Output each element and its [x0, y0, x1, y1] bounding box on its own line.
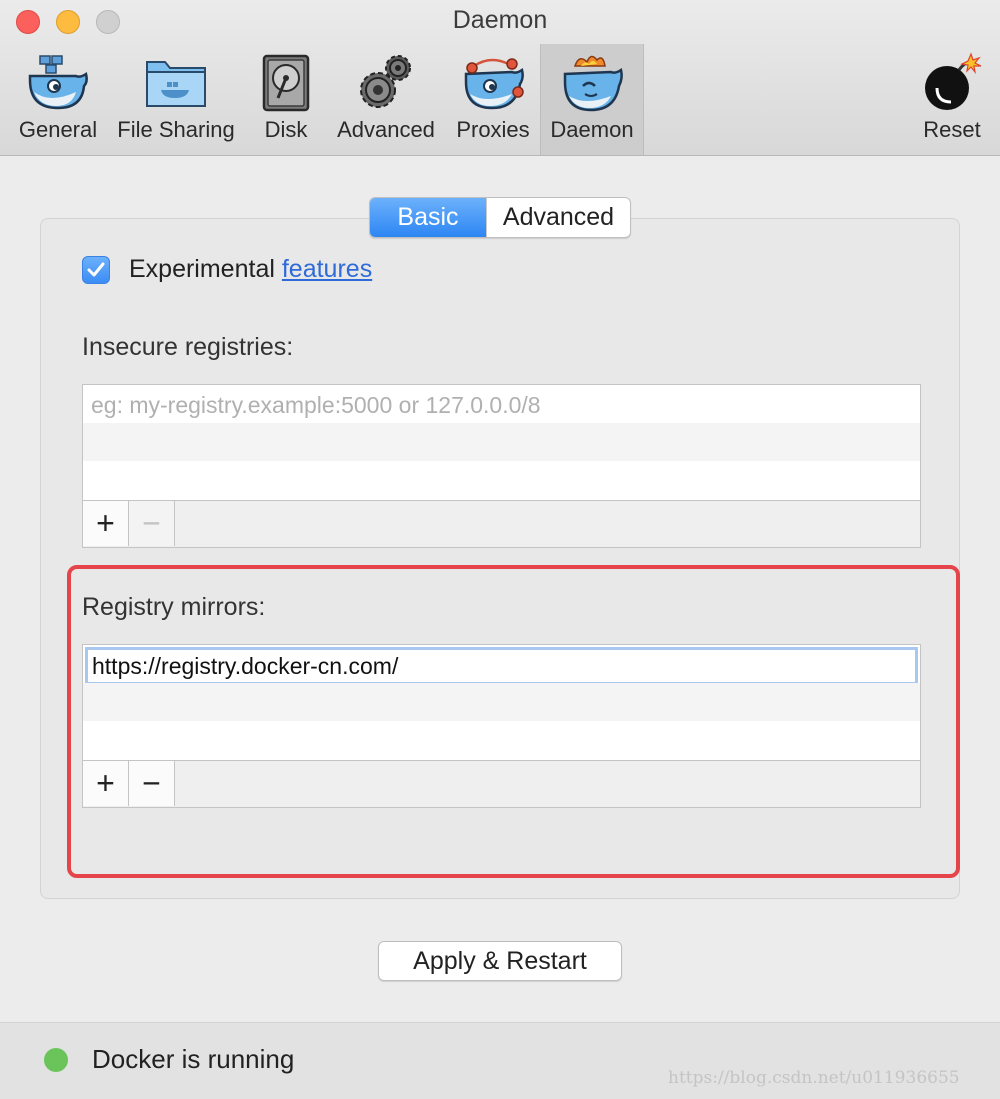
toolbar-item-proxies[interactable]: Proxies: [450, 44, 536, 155]
basic-advanced-segmented-control: Basic Advanced: [369, 197, 631, 238]
insecure-registries-label: Insecure registries:: [82, 333, 294, 361]
registry-mirrors-list: + −: [82, 644, 921, 808]
tab-basic[interactable]: Basic: [370, 198, 486, 237]
insecure-registries-list: eg: my-registry.example:5000 or 127.0.0.…: [82, 384, 921, 548]
toolbar-label-reset: Reset: [923, 117, 981, 142]
features-link[interactable]: features: [282, 255, 372, 283]
status-text: Docker is running: [92, 1044, 295, 1074]
disk-icon: [262, 54, 310, 112]
toolbar-label-disk: Disk: [264, 117, 308, 142]
whale-proxies-icon: [464, 58, 524, 110]
watermark: https://blog.csdn.net/u011936655: [668, 1068, 960, 1088]
window-title: Daemon: [452, 6, 548, 34]
insecure-registries-placeholder: eg: my-registry.example:5000 or 127.0.0.…: [91, 392, 541, 418]
toolbar-item-advanced[interactable]: Advanced: [330, 44, 442, 155]
remove-registry-mirror-button[interactable]: −: [129, 761, 175, 806]
toolbar-label-advanced: Advanced: [337, 117, 435, 142]
registry-mirrors-label: Registry mirrors:: [82, 593, 266, 621]
toolbar-item-file-sharing[interactable]: File Sharing: [110, 44, 242, 155]
experimental-text: Experimental: [129, 255, 275, 283]
checkmark-icon: [87, 262, 105, 277]
folder-whale-icon: [146, 61, 206, 107]
toolbar-label-file-sharing: File Sharing: [117, 117, 235, 142]
registry-mirror-field[interactable]: [85, 647, 918, 685]
toolbar-item-general[interactable]: General: [12, 44, 104, 155]
toolbar-label-general: General: [18, 117, 98, 142]
bomb-icon: [925, 52, 982, 110]
toolbar-label-daemon: Daemon: [550, 117, 634, 142]
list-row[interactable]: [83, 645, 920, 685]
insecure-list-footer: + −: [83, 500, 920, 547]
toolbar-item-reset[interactable]: Reset: [912, 44, 992, 155]
mirrors-list-footer: + −: [83, 760, 920, 807]
experimental-label: Experimental features: [129, 255, 372, 284]
list-row[interactable]: eg: my-registry.example:5000 or 127.0.0.…: [83, 385, 920, 423]
tab-advanced[interactable]: Advanced: [486, 198, 630, 237]
list-row: [83, 461, 920, 499]
toolbar-item-daemon[interactable]: Daemon: [540, 44, 644, 155]
list-row: [83, 423, 920, 461]
gears-icon: [360, 55, 411, 108]
add-insecure-registry-button[interactable]: +: [83, 501, 129, 546]
toolbar-label-proxies: Proxies: [456, 117, 530, 142]
add-registry-mirror-button[interactable]: +: [83, 761, 129, 806]
list-row: [83, 721, 920, 759]
toolbar-item-disk[interactable]: Disk: [252, 44, 320, 155]
experimental-checkbox[interactable]: [82, 256, 110, 284]
list-row: [83, 683, 920, 721]
whale-icon: [28, 55, 88, 110]
remove-insecure-registry-button[interactable]: −: [129, 501, 175, 546]
whale-daemon-icon: [563, 55, 623, 112]
status-indicator-dot: [44, 1048, 68, 1072]
apply-restart-button[interactable]: Apply & Restart: [378, 941, 622, 981]
